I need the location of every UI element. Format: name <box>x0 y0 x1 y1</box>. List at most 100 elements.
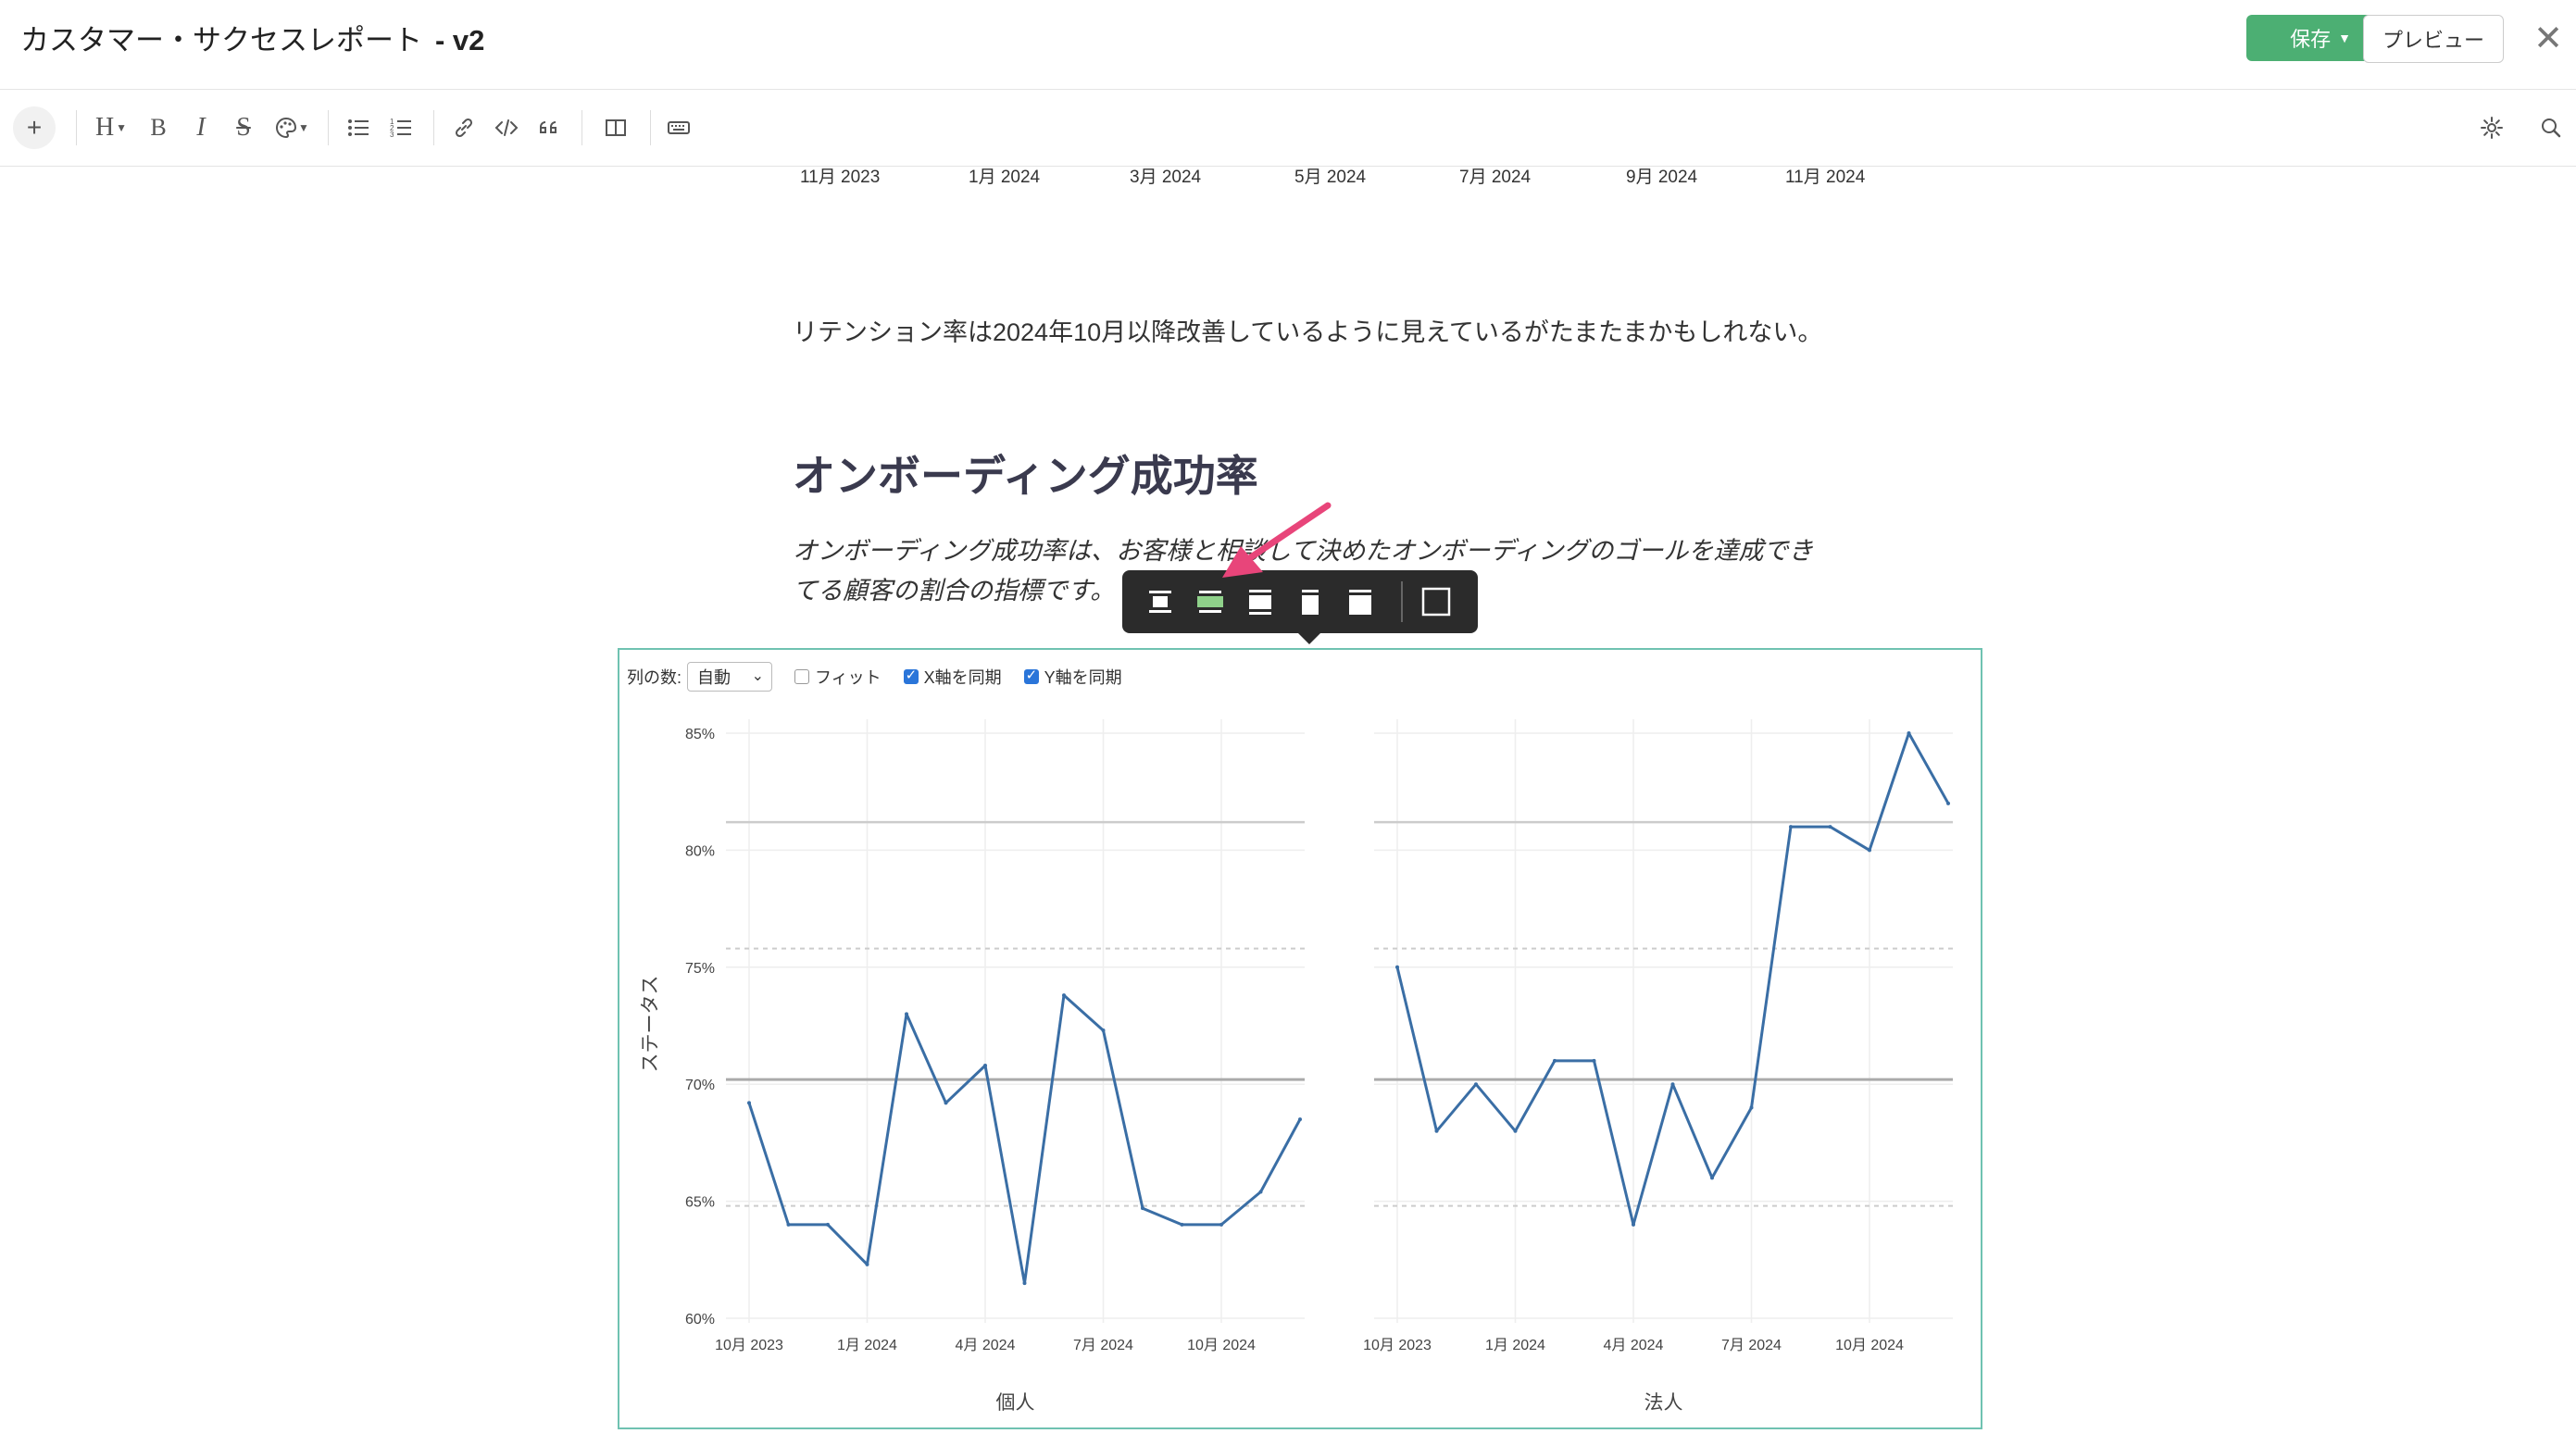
search-icon[interactable] <box>2535 106 2567 149</box>
data-point <box>1553 1058 1557 1063</box>
y-tick-label: 75% <box>685 961 715 977</box>
data-point <box>1670 1082 1675 1087</box>
document-title-text: カスタマー・サクセスレポート <box>20 24 422 56</box>
x-tick-label: 10月 2024 <box>1835 1338 1904 1353</box>
data-point <box>1789 825 1793 829</box>
x-tick-label: 9月 2024 <box>1626 168 1698 187</box>
data-point <box>1749 1105 1754 1110</box>
data-point <box>1141 1206 1144 1211</box>
data-point <box>747 1101 751 1105</box>
settings-gear-icon[interactable] <box>2476 106 2507 149</box>
y-tick-label: 60% <box>685 1312 715 1328</box>
toolbar-divider <box>1401 581 1403 622</box>
add-block-button[interactable]: + <box>13 106 56 149</box>
x-tick-label: 7月 2024 <box>1459 168 1532 187</box>
document-title[interactable]: カスタマー・サクセスレポート - v2 <box>20 17 484 58</box>
close-icon[interactable]: ✕ <box>2528 15 2569 61</box>
x-tick-label: 7月 2024 <box>1073 1338 1133 1353</box>
heading-icon: H <box>94 113 115 142</box>
link-icon[interactable] <box>448 106 480 149</box>
x-axis-label: 法人 <box>1644 1392 1683 1414</box>
toolbar-divider <box>650 110 651 145</box>
caret-down-icon: ▼ <box>2338 31 2351 45</box>
data-point <box>1710 1176 1714 1180</box>
data-point <box>1434 1128 1439 1133</box>
svg-text:3: 3 <box>390 131 394 139</box>
data-point <box>1298 1117 1302 1122</box>
x-tick-label: 4月 2024 <box>1604 1338 1664 1353</box>
palette-icon <box>276 117 297 139</box>
data-point <box>1828 825 1832 829</box>
y-tick-label: 80% <box>685 843 715 859</box>
toolbar-divider <box>328 110 329 145</box>
y-tick-label: 70% <box>685 1078 715 1093</box>
bullet-list-icon[interactable] <box>343 106 374 149</box>
data-point <box>1946 801 1950 805</box>
data-point <box>1258 1190 1263 1194</box>
document-version: - v2 <box>435 24 485 56</box>
x-tick-label: 10月 2023 <box>1363 1338 1432 1353</box>
chart-2: 10月 2023 1月 2024 4月 2024 7月 2024 10月 2024 法人 <box>1363 719 1953 1414</box>
annotation-arrow <box>1222 502 1332 578</box>
data-point <box>983 1063 987 1067</box>
series-line <box>1395 731 1950 1227</box>
editor-toolbar: + H ▼ B I S ▼ 123 <box>0 90 2576 167</box>
data-point <box>826 1222 830 1227</box>
x-tick-label: 10月 2023 <box>715 1338 783 1353</box>
data-point <box>1632 1222 1635 1227</box>
data-point <box>786 1222 791 1227</box>
heading-button[interactable]: H ▼ <box>91 106 131 149</box>
data-point <box>944 1101 948 1105</box>
x-tick-label: 11月 2024 <box>1785 168 1866 187</box>
x-tick-label: 1月 2024 <box>969 168 1041 187</box>
data-point <box>1180 1222 1184 1227</box>
layout-full-width-icon[interactable] <box>1194 586 1226 617</box>
caret-down-icon: ▼ <box>116 120 128 134</box>
layout-border-icon[interactable] <box>1420 586 1452 617</box>
data-point <box>1101 1028 1106 1033</box>
chart-1: 60% 65% 70% 75% 80% 85% 10月 2023 1月 2024 4月 2024… <box>640 719 1305 1414</box>
strikethrough-icon[interactable]: S <box>228 106 259 149</box>
x-tick-label: 3月 2024 <box>1130 168 1202 187</box>
numbered-list-icon[interactable]: 123 <box>385 106 417 149</box>
save-button-label: 保存 <box>2290 28 2332 51</box>
data-point <box>1907 731 1911 735</box>
layout-inline-small-icon[interactable] <box>1144 586 1176 617</box>
y-axis-label: ステータス <box>640 976 661 1073</box>
data-point <box>1592 1058 1596 1063</box>
italic-icon[interactable]: I <box>185 106 217 149</box>
data-point <box>1395 965 1399 969</box>
data-point <box>1868 848 1871 853</box>
preview-button[interactable]: プレビュー <box>2363 15 2504 63</box>
retention-paragraph[interactable]: リテンション率は2024年10月以降改善しているように見えているがたまたまかもし… <box>793 313 1830 353</box>
onboarding-heading[interactable]: オンボーディング成功率 <box>793 443 1258 504</box>
layout-cover-icon[interactable] <box>1344 586 1376 617</box>
control-charts: 60% 65% 70% 75% 80% 85% 10月 2023 1月 2024 4月 2024… <box>640 719 1953 1414</box>
data-point <box>1062 993 1066 998</box>
x-tick-label: 10月 2024 <box>1187 1338 1256 1353</box>
data-point <box>1474 1082 1478 1087</box>
data-point <box>1513 1128 1518 1133</box>
keyboard-icon[interactable] <box>663 106 694 149</box>
toolbar-divider <box>581 110 582 145</box>
color-palette-button[interactable]: ▼ <box>270 106 313 149</box>
toolbar-divider <box>433 110 434 145</box>
x-tick-label: 5月 2024 <box>1294 168 1367 187</box>
quote-icon[interactable] <box>533 106 565 149</box>
caret-down-icon: ▼ <box>298 121 309 134</box>
data-point <box>1022 1281 1027 1286</box>
chart-block[interactable]: 列の数: 自動 ⌄ フィット X軸を同期 Y軸を同期 60%65%70%75%8… <box>618 648 1982 1429</box>
bold-icon[interactable]: B <box>143 106 174 149</box>
layout-wide-icon[interactable] <box>1244 586 1276 617</box>
x-tick-label: 11月 2023 <box>800 168 881 187</box>
app-header: カスタマー・サクセスレポート - v2 保存 ▼ プレビュー ✕ <box>0 0 2576 90</box>
columns-layout-icon[interactable] <box>600 106 631 149</box>
y-tick-label: 85% <box>685 727 715 742</box>
x-tick-label: 4月 2024 <box>956 1338 1016 1353</box>
code-icon[interactable] <box>491 106 522 149</box>
toolbar-divider <box>76 110 77 145</box>
layout-tall-icon[interactable] <box>1294 586 1326 617</box>
x-axis-label: 個人 <box>996 1392 1035 1414</box>
preview-button-label: プレビュー <box>2382 29 2484 52</box>
data-point <box>1219 1222 1223 1227</box>
